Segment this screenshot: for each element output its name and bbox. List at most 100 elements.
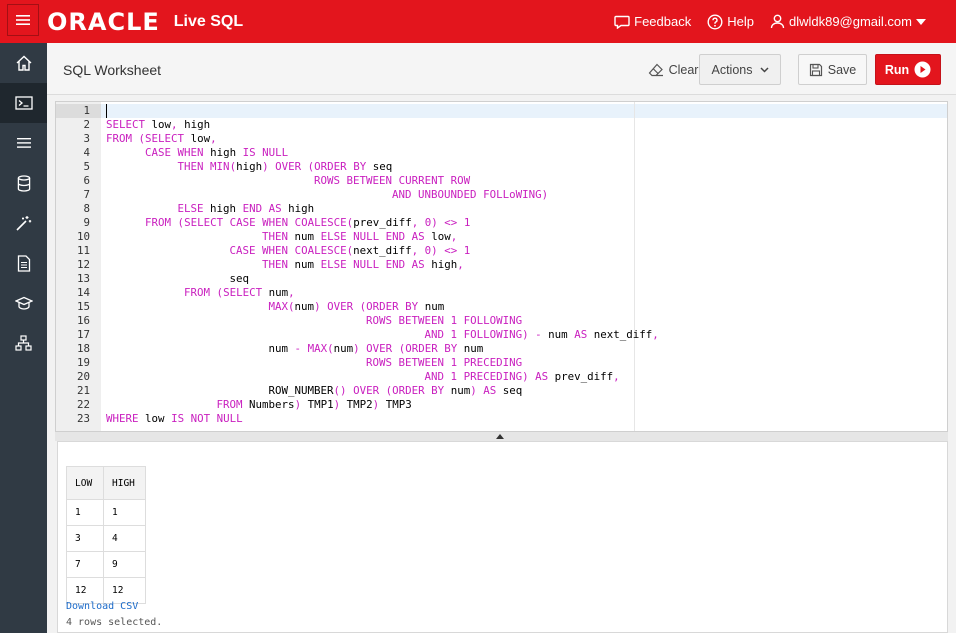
code-line[interactable]: 15 MAX(num) OVER (ORDER BY num: [56, 300, 947, 314]
code-token: END: [385, 258, 406, 271]
sidebar-item-list[interactable]: [0, 123, 47, 163]
line-number: 3: [83, 132, 90, 145]
product-name[interactable]: Live SQL: [174, 13, 243, 31]
code-line[interactable]: 19 ROWS BETWEEN 1 PRECEDING: [56, 356, 947, 370]
code-token: ORDER: [392, 384, 425, 397]
table-cell: 4: [103, 525, 146, 552]
code-token: WHERE: [106, 412, 139, 425]
sidebar-item-documents[interactable]: [0, 243, 47, 283]
sidebar: [0, 43, 47, 633]
oracle-logo[interactable]: ORACLE: [47, 8, 160, 36]
column-header-low: LOW: [66, 466, 104, 500]
line-number: 20: [76, 370, 90, 383]
save-button[interactable]: Save: [798, 54, 867, 85]
run-button[interactable]: Run: [875, 54, 941, 85]
code-line[interactable]: 18 num - MAX(num) OVER (ORDER BY num: [56, 342, 947, 356]
code-line[interactable]: 20 AND 1 PRECEDING) AS prev_diff,: [56, 370, 947, 384]
code-token: ORDER: [405, 342, 438, 355]
sidebar-item-database[interactable]: [0, 163, 47, 203]
line-number: 11: [76, 244, 90, 257]
code-text: FROM (SELECT CASE WHEN COALESCE(prev_dif…: [106, 216, 470, 230]
sql-editor[interactable]: 1 2 SELECT low, high 3 FROM (SELECT low, 4 CA…: [55, 101, 948, 432]
code-token: high: [288, 202, 315, 215]
code-token: num: [450, 384, 471, 397]
sidebar-item-sql-worksheet[interactable]: [0, 83, 47, 123]
code-line[interactable]: 6 ROWS BETWEEN CURRENT ROW: [56, 174, 947, 188]
code-line[interactable]: 21 ROW_NUMBER() OVER (ORDER BY num) AS s…: [56, 384, 947, 398]
code-token: AND: [392, 188, 412, 201]
code-token: num: [548, 328, 568, 341]
line-number: 16: [76, 314, 90, 327]
code-token: FOLLOWING: [463, 314, 523, 327]
code-token: AS: [411, 258, 425, 271]
code-token: seq: [229, 272, 250, 285]
help-link[interactable]: Help: [707, 13, 754, 30]
sidebar-item-home[interactable]: [0, 43, 47, 83]
code-line[interactable]: 22 FROM Numbers) TMP1) TMP2) TMP3: [56, 398, 947, 412]
chat-icon: [614, 15, 630, 29]
editor-results-splitter[interactable]: [55, 432, 948, 441]
sidebar-item-schema[interactable]: [0, 323, 47, 363]
code-line[interactable]: 8 ELSE high END AS high: [56, 202, 947, 216]
code-line[interactable]: 23 WHERE low IS NOT NULL: [56, 412, 947, 426]
results-panel: LOW HIGH 1 1 3 4 7 9 12 12 Download CSV …: [57, 441, 948, 633]
menu-list-icon: [16, 138, 31, 148]
download-csv-link[interactable]: Download CSV: [66, 601, 138, 612]
code-line[interactable]: 12 THEN num ELSE NULL END AS high,: [56, 258, 947, 272]
code-line[interactable]: 16 ROWS BETWEEN 1 FOLLOWING: [56, 314, 947, 328]
code-token: END: [242, 202, 263, 215]
code-line[interactable]: 1: [56, 104, 947, 118]
table-header-row: LOW HIGH: [66, 466, 146, 500]
code-text: FROM (SELECT low,: [106, 132, 217, 146]
code-line[interactable]: 14 FROM (SELECT num,: [56, 286, 947, 300]
code-text: THEN num ELSE NULL END AS high,: [106, 258, 464, 272]
code-token: next_diff: [353, 244, 412, 257]
actions-dropdown[interactable]: Actions: [699, 54, 781, 85]
code-token: low: [190, 132, 211, 145]
code-token: ,: [613, 370, 620, 383]
code-line[interactable]: 17 AND 1 FOLLOWING) - num AS next_diff,: [56, 328, 947, 342]
code-token: UNBOUNDED: [418, 188, 477, 201]
code-token: ,: [450, 230, 458, 243]
table-cell: 1: [66, 499, 104, 526]
code-line[interactable]: 7 AND UNBOUNDED FOLLoWING): [56, 188, 947, 202]
code-line[interactable]: 10 THEN num ELSE NULL END AS low,: [56, 230, 947, 244]
code-line[interactable]: 4 CASE WHEN high IS NULL: [56, 146, 947, 160]
code-line[interactable]: 5 THEN MIN(high) OVER (ORDER BY seq: [56, 160, 947, 174]
code-token: num: [294, 230, 315, 243]
line-number: 14: [76, 286, 90, 299]
line-number: 6: [83, 174, 90, 187]
code-token: BETWEEN: [346, 174, 393, 187]
sidebar-item-tools[interactable]: [0, 203, 47, 243]
code-line[interactable]: 13 seq: [56, 272, 947, 286]
code-token: 1: [463, 216, 471, 229]
code-token: SELECT: [106, 118, 146, 131]
code-token: ,: [652, 328, 659, 341]
sidebar-item-learn[interactable]: [0, 283, 47, 323]
code-line[interactable]: 11 CASE WHEN COALESCE(next_diff, 0) <> 1: [56, 244, 947, 258]
code-text: AND 1 FOLLOWING) - num AS next_diff,: [106, 328, 659, 342]
code-line[interactable]: 3 FROM (SELECT low,: [56, 132, 947, 146]
table-cell: 3: [66, 525, 104, 552]
code-line[interactable]: 2 SELECT low, high: [56, 118, 947, 132]
eraser-icon: [648, 63, 663, 76]
code-token: THEN: [177, 160, 204, 173]
code-token: SELECT: [145, 132, 185, 145]
code-token: AS: [574, 328, 588, 341]
line-number: 2: [83, 118, 90, 131]
code-token: OVER: [366, 342, 393, 355]
code-token: num: [268, 342, 289, 355]
hamburger-menu-button[interactable]: [7, 4, 39, 36]
code-text: AND UNBOUNDED FOLLoWING): [106, 188, 548, 202]
user-menu[interactable]: dlwldk89@gmail.com: [770, 14, 930, 29]
feedback-link[interactable]: Feedback: [614, 14, 691, 29]
code-token: ,: [457, 258, 464, 271]
code-line[interactable]: 9 FROM (SELECT CASE WHEN COALESCE(prev_d…: [56, 216, 947, 230]
code-token: ,: [210, 132, 217, 145]
